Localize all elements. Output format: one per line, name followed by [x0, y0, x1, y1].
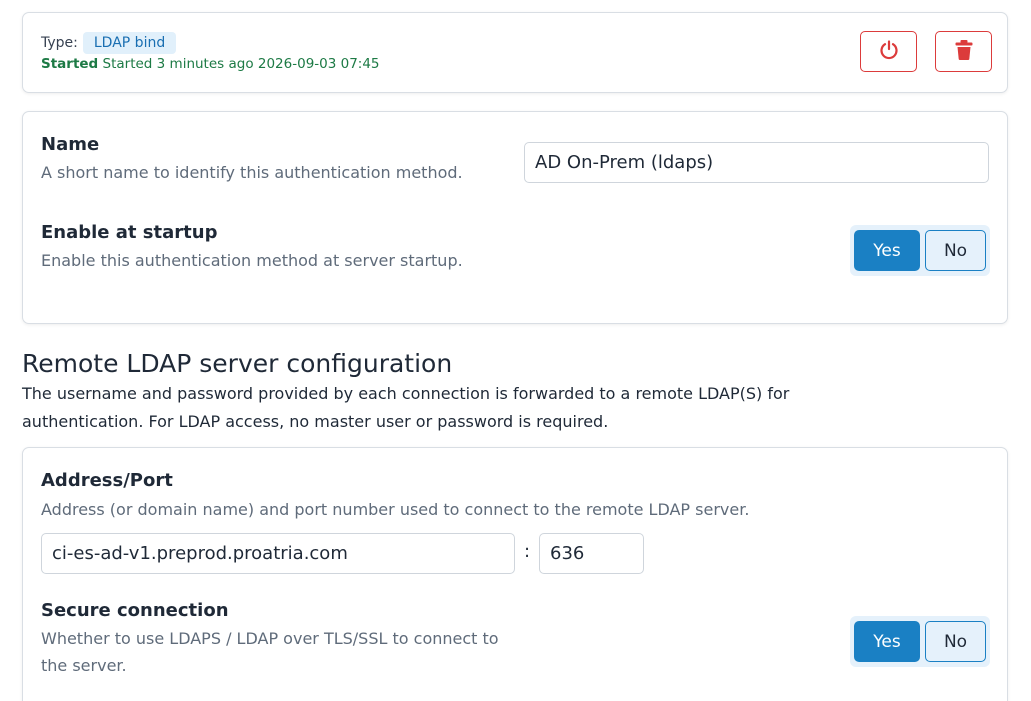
startup-yes-button[interactable]: Yes [854, 230, 920, 271]
name-title: Name [41, 134, 100, 155]
ldap-server-card: Address/Port Address (or domain name) an… [22, 447, 1008, 701]
section-description: The username and password provided by ea… [22, 384, 790, 431]
type-badge: LDAP bind [82, 32, 177, 54]
status-card: Type: LDAP bind Started Started 3 minute… [22, 12, 1008, 93]
address-title: Address/Port [41, 470, 173, 491]
status-state: Started [41, 56, 99, 72]
status-detail: Started 3 minutes ago 2026-09-03 07:45 [102, 56, 380, 72]
type-label: Type: [41, 35, 78, 51]
type-line: Type: LDAP bind [41, 32, 177, 54]
address-description: Address (or domain name) and port number… [41, 500, 750, 519]
port-separator: : [524, 541, 531, 562]
power-button[interactable] [860, 31, 917, 72]
host-input[interactable]: ci-es-ad-v1.preprod.proatria.com [41, 533, 515, 574]
secure-description: Whether to use LDAPS / LDAP over TLS/SSL… [41, 629, 499, 675]
delete-button[interactable] [935, 31, 992, 72]
startup-no-button[interactable]: No [925, 230, 986, 271]
name-input[interactable]: AD On-Prem (ldaps) [524, 142, 989, 183]
port-input[interactable]: 636 [539, 533, 644, 574]
power-icon [878, 39, 900, 65]
startup-toggle: Yes No [850, 225, 990, 276]
section-title: Remote LDAP server configuration [22, 349, 453, 378]
secure-title: Secure connection [41, 600, 229, 621]
secure-toggle: Yes No [850, 616, 990, 667]
general-settings-card: Name A short name to identify this authe… [22, 111, 1008, 324]
status-line: Started Started 3 minutes ago 2026-09-03… [41, 56, 380, 72]
startup-description: Enable this authentication method at ser… [41, 251, 463, 270]
secure-yes-button[interactable]: Yes [854, 621, 920, 662]
name-description: A short name to identify this authentica… [41, 163, 463, 182]
secure-no-button[interactable]: No [925, 621, 986, 662]
startup-title: Enable at startup [41, 222, 218, 243]
trash-icon [954, 39, 974, 65]
